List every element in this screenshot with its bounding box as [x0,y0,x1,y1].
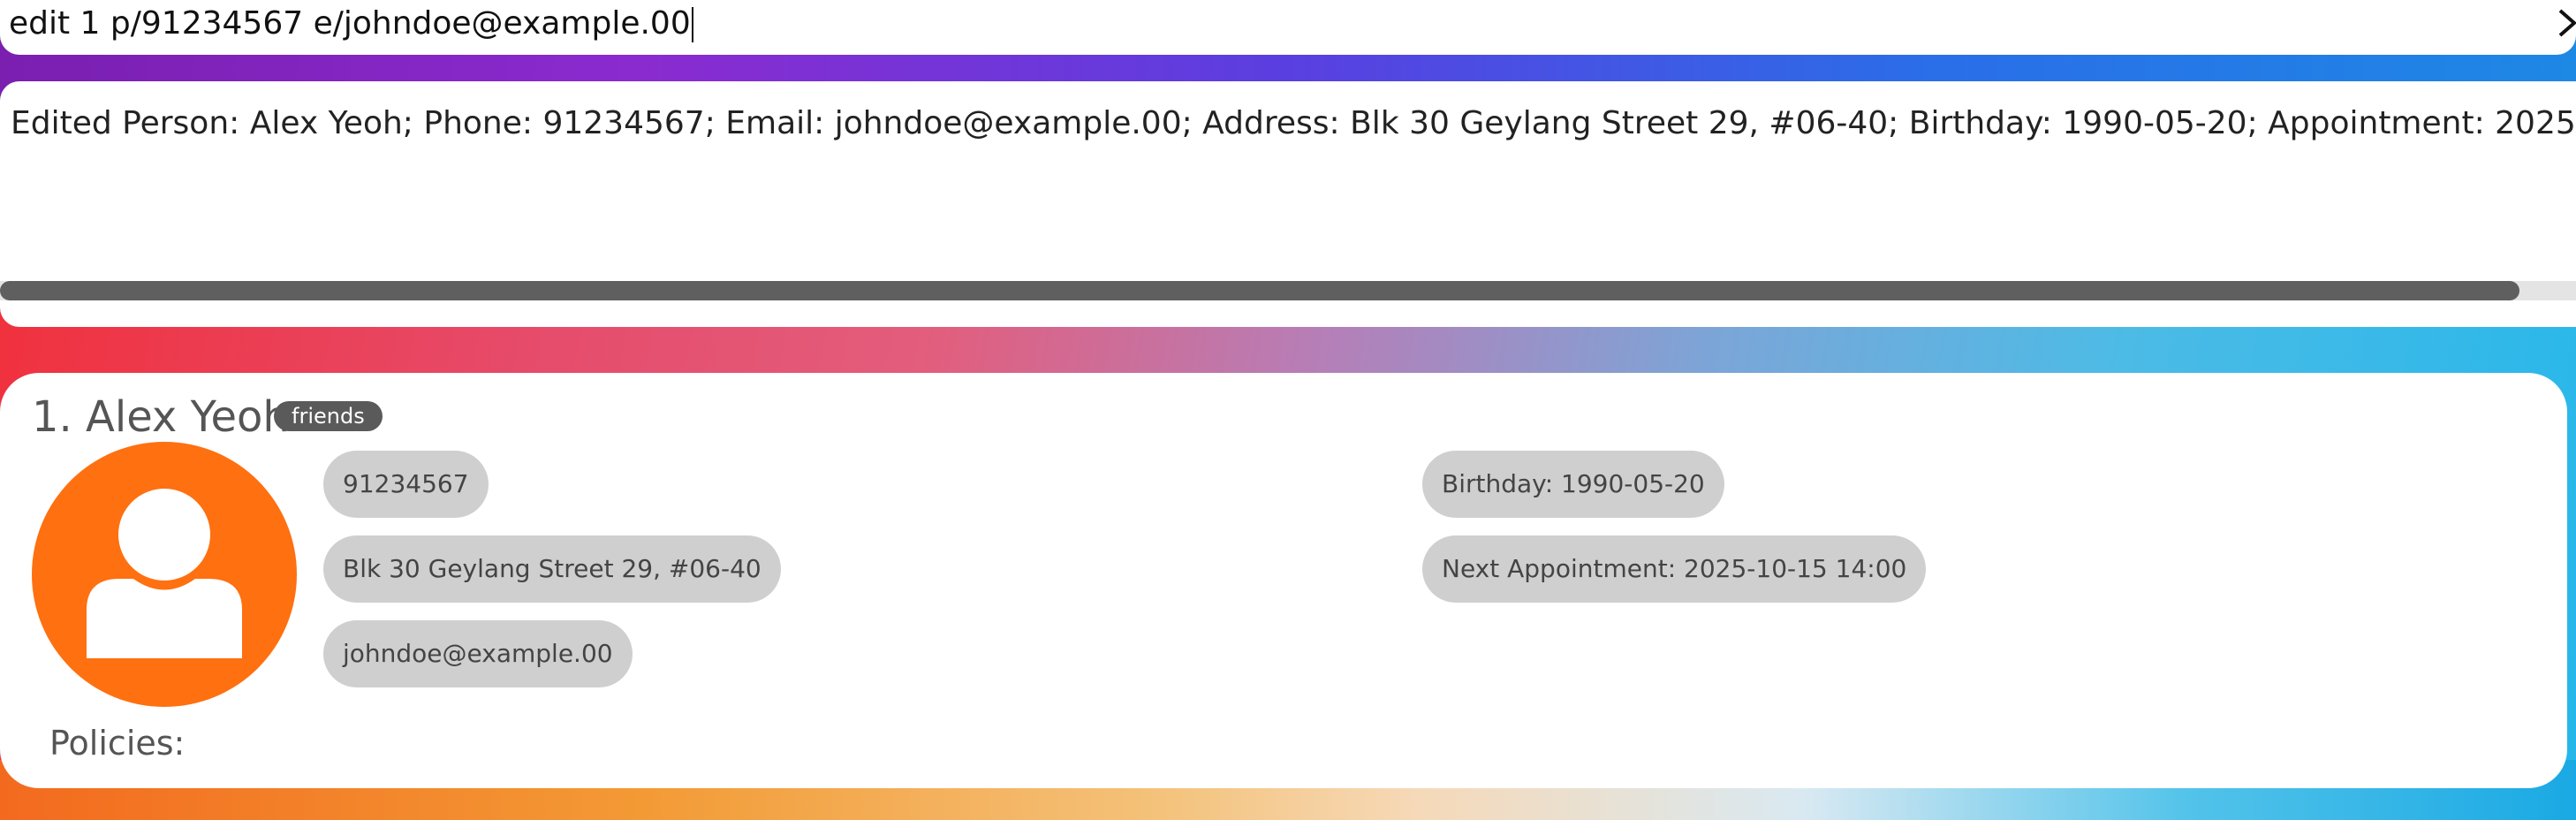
person-card[interactable]: 1. Alex Yeoh friends 91234567 Blk 30 Gey… [0,373,2567,788]
result-message: Edited Person: Alex Yeoh; Phone: 9123456… [11,105,2576,141]
chevron-right-icon [2558,2,2576,49]
person-name: 1. Alex Yeoh [32,392,290,442]
command-box[interactable]: edit 1 p/91234567 e/johndoe@example.00 [0,0,2576,55]
phone-chip: 91234567 [323,451,489,518]
policies-label: Policies: [49,724,186,763]
result-display: Edited Person: Alex Yeoh; Phone: 9123456… [0,81,2576,327]
email-chip: johndoe@example.00 [323,620,633,687]
text-caret [691,7,693,42]
address-chip: Blk 30 Geylang Street 29, #06-40 [323,535,781,603]
person-avatar-icon [32,442,297,707]
command-input-value[interactable]: edit 1 p/91234567 e/johndoe@example.00 [9,5,691,42]
tag-badge: friends [274,401,383,431]
appointment-chip: Next Appointment: 2025-10-15 14:00 [1422,535,1927,603]
command-input[interactable]: edit 1 p/91234567 e/johndoe@example.00 [9,5,693,42]
birthday-chip: Birthday: 1990-05-20 [1422,451,1724,518]
horizontal-scrollbar-thumb[interactable] [0,281,2519,300]
